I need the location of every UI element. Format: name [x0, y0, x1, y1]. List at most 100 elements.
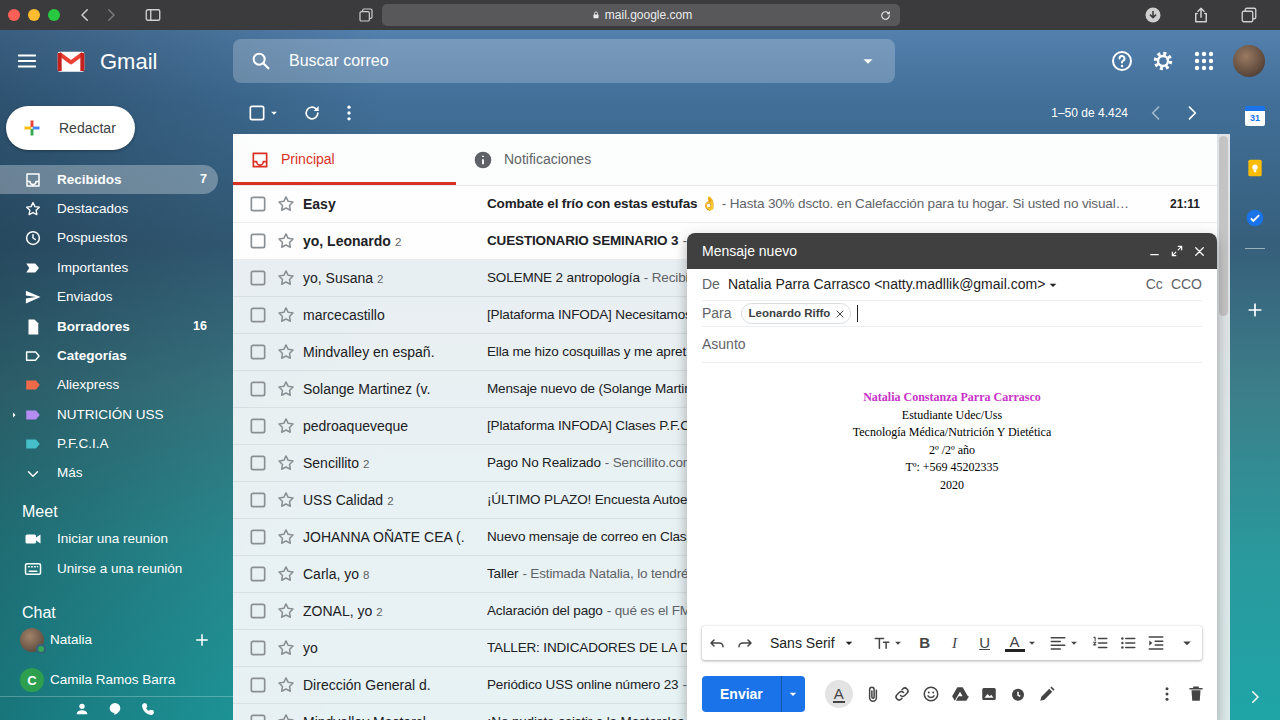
sidebar-item[interactable]: Importantes [0, 253, 218, 282]
zoom-button[interactable] [48, 9, 60, 21]
address-bar[interactable]: mail.google.com [382, 4, 900, 26]
reload-icon[interactable] [879, 9, 892, 22]
star-icon[interactable] [276, 268, 296, 288]
search-options-icon[interactable] [857, 50, 879, 72]
search-icon[interactable] [250, 50, 272, 72]
recipient-chip[interactable]: Leonardo Riffo [741, 303, 852, 324]
star-icon[interactable] [276, 453, 296, 473]
checkbox-icon[interactable] [248, 416, 268, 436]
expand-arrow-icon[interactable] [8, 409, 20, 421]
star-icon[interactable] [276, 379, 296, 399]
calendar-app[interactable]: 31 [1245, 106, 1265, 126]
link-icon[interactable] [893, 685, 911, 703]
sidebar-item[interactable]: NUTRICIÓN USS [0, 400, 218, 429]
text-size-select[interactable] [873, 634, 905, 652]
checkbox-icon[interactable] [248, 305, 268, 325]
photo-icon[interactable] [980, 685, 998, 703]
close-icon[interactable] [1192, 244, 1207, 259]
chat-contact[interactable]: CCamila Ramos Barra [0, 665, 233, 695]
undo-icon[interactable] [708, 634, 726, 652]
format-button[interactable]: U [975, 632, 995, 655]
help-icon[interactable] [1110, 49, 1134, 73]
checkbox-icon[interactable] [248, 231, 268, 251]
format-button[interactable]: I [945, 632, 965, 655]
fullscreen-icon[interactable] [1170, 244, 1184, 258]
sidebar-item[interactable]: Enviados [0, 283, 218, 312]
confidential-mode-icon[interactable] [1009, 685, 1027, 703]
subject-input[interactable] [702, 334, 1202, 355]
redo-icon[interactable] [736, 634, 754, 652]
format-button[interactable]: A [1005, 634, 1025, 652]
send-button[interactable]: Enviar [702, 676, 781, 712]
meet-item[interactable]: Iniciar una reunion [0, 524, 233, 554]
checkbox-icon[interactable] [248, 490, 268, 510]
phone-icon[interactable] [140, 701, 156, 717]
chat-contact[interactable]: Natalia [0, 625, 233, 655]
from-address[interactable]: Natalia Parra Carrasco <natty.madllik@gm… [728, 274, 1045, 295]
checkbox-icon[interactable] [248, 194, 268, 214]
font-select[interactable]: Sans Serif [770, 633, 857, 654]
star-icon[interactable] [276, 194, 296, 214]
settings-gear-icon[interactable] [1151, 49, 1175, 73]
checkbox-icon[interactable] [248, 638, 268, 658]
sidebar-item[interactable]: Pospuestos [0, 224, 218, 253]
back-icon[interactable] [76, 6, 94, 24]
sidebar-item[interactable]: Destacados [0, 194, 218, 223]
star-icon[interactable] [276, 601, 296, 621]
checkbox-icon[interactable] [248, 712, 268, 720]
tab-overview-icon[interactable] [358, 7, 374, 23]
star-icon[interactable] [276, 527, 296, 547]
minimize-icon[interactable] [1147, 244, 1162, 259]
sidebar-item[interactable]: Más [0, 459, 218, 488]
checkbox-icon[interactable] [248, 527, 268, 547]
star-icon[interactable] [276, 231, 296, 251]
apps-grid-icon[interactable] [1192, 49, 1216, 73]
share-icon[interactable] [1192, 6, 1210, 24]
bulleted-list-icon[interactable] [1119, 634, 1137, 652]
account-avatar[interactable] [1233, 45, 1265, 77]
sidebar-item[interactable]: Borradores16 [0, 312, 218, 341]
next-page-icon[interactable] [1182, 103, 1202, 123]
sidebar-item[interactable]: P.F.C.I.A [0, 430, 218, 459]
meet-item[interactable]: Unirse a una reunión [0, 554, 233, 584]
numbered-list-icon[interactable] [1091, 634, 1109, 652]
checkbox-icon[interactable] [248, 268, 268, 288]
star-icon[interactable] [276, 564, 296, 584]
more-formatting-icon[interactable] [1178, 634, 1196, 652]
sidebar-icon[interactable] [144, 6, 162, 24]
gmail-logo-icon[interactable] [55, 45, 87, 77]
add-addon-plus-icon[interactable] [1245, 300, 1265, 320]
forward-icon[interactable] [102, 6, 120, 24]
remove-recipient-icon[interactable] [834, 308, 846, 320]
checkbox-icon[interactable] [248, 675, 268, 695]
star-icon[interactable] [276, 712, 296, 720]
keep-icon[interactable] [1245, 158, 1265, 178]
checkbox-icon[interactable] [248, 601, 268, 621]
search-input[interactable] [287, 48, 857, 74]
bcc-link[interactable]: CCO [1171, 274, 1202, 295]
star-icon[interactable] [276, 305, 296, 325]
sidebar-item[interactable]: Recibidos7 [0, 165, 218, 194]
indent-icon[interactable] [1147, 634, 1165, 652]
hangouts-icon[interactable] [107, 701, 123, 717]
star-icon[interactable] [276, 638, 296, 658]
signature-pen-icon[interactable] [1038, 685, 1056, 703]
checkbox-icon[interactable] [248, 379, 268, 399]
send-options-button[interactable] [781, 676, 805, 712]
menu-icon[interactable] [16, 50, 38, 72]
compose-button[interactable]: Redactar [6, 106, 135, 150]
star-icon[interactable] [276, 416, 296, 436]
email-row[interactable]: EasyCombate el frío con estas estufas 👌-… [233, 186, 1217, 223]
tabs-icon[interactable] [1240, 6, 1258, 24]
sidebar-item[interactable]: Categorías [0, 341, 218, 370]
more-icon[interactable] [339, 103, 359, 123]
download-icon[interactable] [1144, 6, 1162, 24]
refresh-icon[interactable] [302, 103, 322, 123]
show-panel-icon[interactable] [1246, 688, 1264, 706]
select-menu-icon[interactable] [267, 106, 281, 120]
cc-link[interactable]: Cc [1146, 274, 1163, 295]
contacts-person-icon[interactable] [74, 701, 90, 717]
star-icon[interactable] [276, 342, 296, 362]
format-button[interactable]: B [915, 632, 935, 655]
app-name[interactable]: Gmail [100, 45, 157, 78]
